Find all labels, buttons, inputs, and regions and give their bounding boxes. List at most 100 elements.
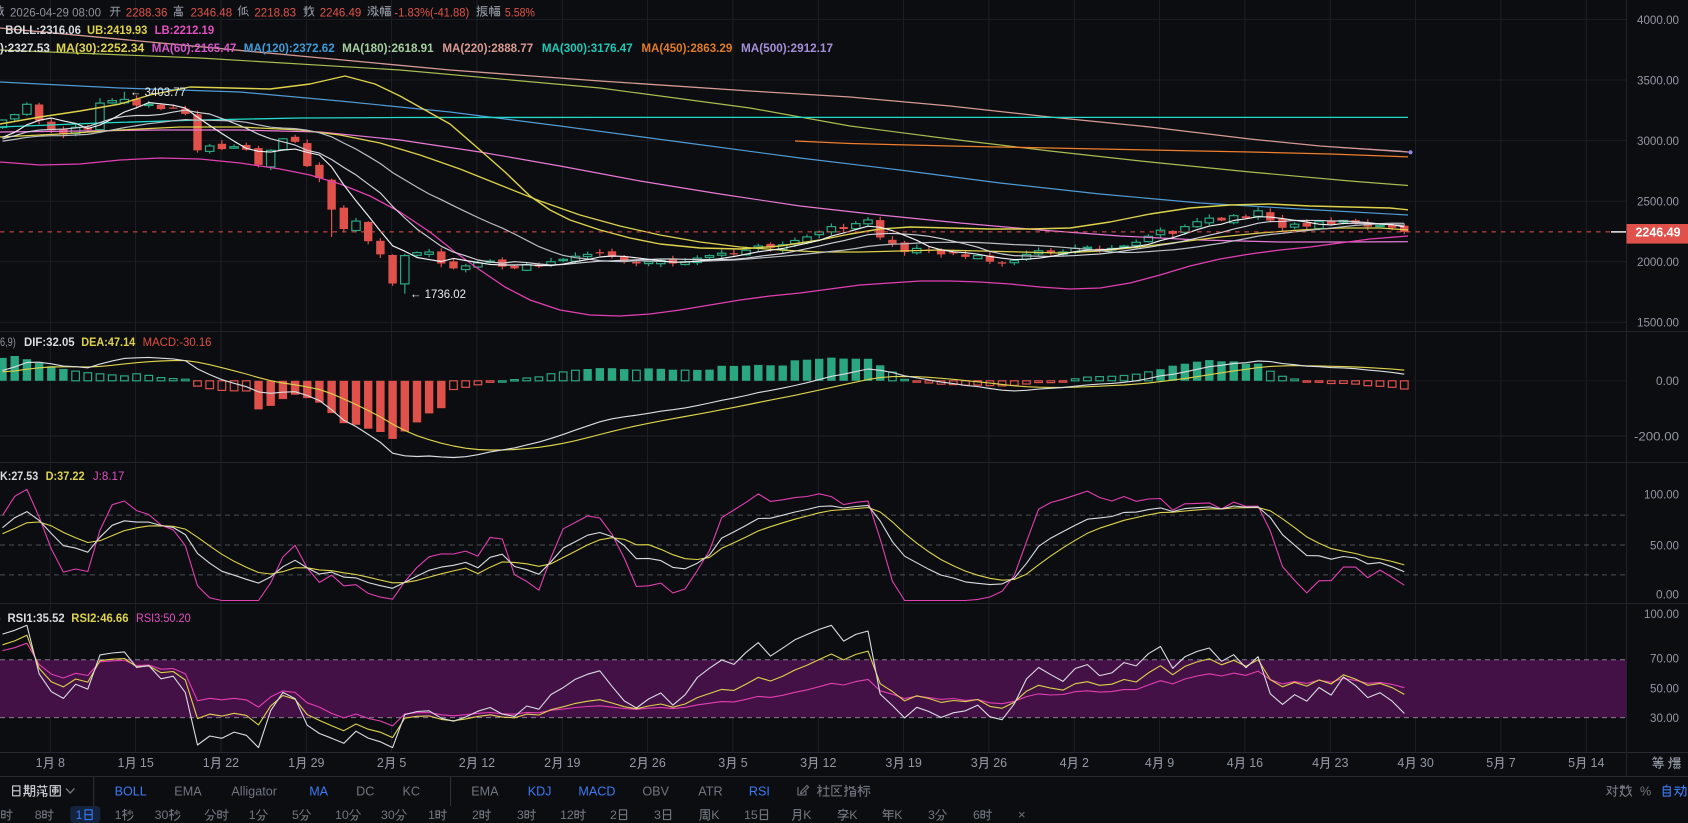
svg-text:14: 14	[1591, 756, 1605, 770]
svg-text:1: 1	[36, 756, 43, 770]
svg-text:RSI: RSI	[749, 784, 770, 798]
svg-text:5: 5	[399, 756, 406, 770]
svg-text:MA(220):2888.77: MA(220):2888.77	[442, 43, 533, 55]
svg-text:15: 15	[140, 756, 154, 770]
svg-text:RSI3:50.20: RSI3:50.20	[136, 611, 191, 625]
svg-text:100.00: 100.00	[1644, 607, 1679, 621]
svg-text:4000.00: 4000.00	[1637, 13, 1679, 27]
svg-text:30: 30	[381, 808, 395, 822]
svg-text:16: 16	[1249, 756, 1263, 770]
svg-text:4: 4	[1312, 756, 1319, 770]
svg-text:8: 8	[58, 756, 65, 770]
svg-text:): )	[0, 611, 1, 625]
svg-text:2000.00: 2000.00	[1637, 255, 1679, 269]
svg-text:2: 2	[1082, 756, 1089, 770]
svg-text:K: K	[711, 808, 720, 822]
svg-text:4: 4	[1060, 756, 1067, 770]
svg-text:RSI1:35.52: RSI1:35.52	[8, 611, 66, 625]
svg-text:%: %	[1640, 784, 1651, 798]
svg-text:50.00: 50.00	[1650, 538, 1679, 552]
svg-text:3: 3	[517, 808, 524, 822]
svg-text:2500.00: 2500.00	[1637, 195, 1679, 209]
svg-text:3: 3	[885, 756, 892, 770]
svg-text:KDJ: KDJ	[528, 784, 552, 798]
svg-text:MACD: MACD	[578, 784, 615, 798]
svg-text:30: 30	[155, 808, 169, 822]
svg-text:6,9): 6,9)	[0, 335, 16, 349]
svg-text:70.00: 70.00	[1650, 651, 1679, 665]
svg-text:2026-04-29 08:00: 2026-04-29 08:00	[10, 8, 101, 20]
svg-text:19: 19	[567, 756, 581, 770]
svg-text:LB:2212.19: LB:2212.19	[155, 25, 215, 37]
svg-text:3: 3	[654, 808, 661, 822]
svg-text:J:8.17: J:8.17	[93, 469, 125, 483]
svg-text:4: 4	[1397, 756, 1404, 770]
svg-text:MA: MA	[309, 784, 328, 798]
svg-text:KC: KC	[403, 784, 421, 798]
svg-text:×: ×	[1018, 807, 1026, 822]
svg-text:EMA: EMA	[471, 784, 499, 798]
svg-text:0.00: 0.00	[1656, 587, 1679, 601]
svg-text:2: 2	[459, 756, 466, 770]
svg-text:OBV: OBV	[642, 784, 669, 798]
svg-text:K: K	[849, 808, 858, 822]
svg-text:-200.00: -200.00	[1634, 429, 1679, 443]
svg-text:22: 22	[225, 756, 239, 770]
svg-text:DC: DC	[356, 784, 374, 798]
svg-text:MA(500):2912.17: MA(500):2912.17	[741, 43, 833, 55]
svg-text:DIF:32.05: DIF:32.05	[24, 335, 75, 349]
svg-text:5: 5	[292, 808, 299, 822]
svg-text:9: 9	[1167, 756, 1174, 770]
svg-text:2: 2	[377, 756, 384, 770]
svg-text:26: 26	[652, 756, 666, 770]
svg-text:2: 2	[629, 756, 636, 770]
svg-text:1: 1	[428, 808, 435, 822]
svg-text:BOLL: BOLL	[115, 784, 147, 798]
svg-text:D:37.22: D:37.22	[46, 469, 85, 483]
svg-text:29: 29	[311, 756, 325, 770]
svg-text:12: 12	[560, 808, 574, 822]
svg-text:1: 1	[115, 808, 122, 822]
svg-text:7: 7	[1509, 756, 1516, 770]
svg-text:5: 5	[741, 756, 748, 770]
svg-text:1: 1	[118, 756, 125, 770]
svg-text:10: 10	[335, 808, 349, 822]
svg-text:8: 8	[35, 808, 42, 822]
svg-text:3: 3	[800, 756, 807, 770]
svg-text:3: 3	[718, 756, 725, 770]
svg-text:K: K	[894, 808, 903, 822]
svg-text:2: 2	[472, 808, 479, 822]
svg-text:3: 3	[928, 808, 935, 822]
svg-text:2: 2	[544, 756, 551, 770]
svg-text:5.58%: 5.58%	[505, 8, 535, 20]
svg-text:4: 4	[1145, 756, 1152, 770]
svg-text:5: 5	[1486, 756, 1493, 770]
svg-text:-1.83%(-41.88): -1.83%(-41.88)	[394, 8, 469, 20]
svg-text:MA(450):2863.29: MA(450):2863.29	[641, 43, 732, 55]
svg-text:):2327.53: ):2327.53	[0, 43, 50, 55]
svg-text:2: 2	[610, 808, 617, 822]
svg-text:1500.00: 1500.00	[1637, 316, 1679, 330]
svg-text:15: 15	[744, 808, 758, 822]
svg-text:ATR: ATR	[698, 784, 722, 798]
svg-text:Alligator: Alligator	[231, 784, 277, 798]
svg-text:6: 6	[973, 808, 980, 822]
svg-text:1: 1	[203, 756, 210, 770]
svg-text:26: 26	[993, 756, 1007, 770]
svg-text:19: 19	[908, 756, 922, 770]
svg-text:2288.36: 2288.36	[126, 8, 168, 20]
svg-text:50.00: 50.00	[1650, 681, 1679, 695]
svg-text:1: 1	[249, 808, 256, 822]
svg-text:UB:2419.93: UB:2419.93	[87, 25, 147, 37]
svg-text:2246.49: 2246.49	[1636, 225, 1681, 239]
svg-text:4: 4	[1227, 756, 1234, 770]
svg-text:MA(180):2618.91: MA(180):2618.91	[342, 43, 434, 55]
svg-text:K:27.53: K:27.53	[0, 469, 39, 483]
svg-text:K: K	[803, 808, 812, 822]
svg-text:MA(30):2252.34: MA(30):2252.34	[56, 43, 145, 55]
svg-text:12: 12	[823, 756, 837, 770]
svg-text:2246.49: 2246.49	[320, 8, 362, 20]
svg-text:BOLL:2316.06: BOLL:2316.06	[5, 25, 81, 37]
svg-text:3500.00: 3500.00	[1637, 73, 1679, 87]
svg-text:1: 1	[76, 808, 83, 822]
